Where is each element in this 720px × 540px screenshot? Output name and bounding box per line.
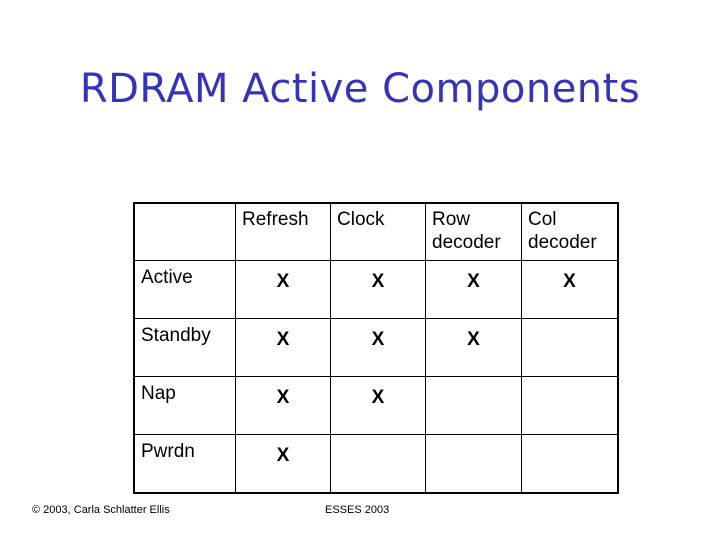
table-cell <box>521 434 619 494</box>
table-cell: X <box>330 376 426 435</box>
table-cell: X <box>521 260 619 319</box>
table-row: Active X X X X <box>133 260 619 319</box>
row-label: Pwrdn <box>133 434 236 494</box>
table-cell: X <box>235 434 331 494</box>
header-cell-col-decoder: Col decoder <box>521 202 619 261</box>
table-cell: X <box>330 260 426 319</box>
event-footer: ESSES 2003 <box>325 504 390 516</box>
header-cell-clock: Clock <box>330 202 426 261</box>
table-cell: X <box>330 318 426 377</box>
table-header-row: Refresh Clock Row decoder Col decoder <box>133 202 619 261</box>
table-row: Pwrdn X <box>133 434 619 494</box>
table-cell: X <box>425 318 522 377</box>
header-cell-row-decoder: Row decoder <box>425 202 522 261</box>
header-cell-corner <box>133 202 236 261</box>
table-cell: X <box>235 260 331 319</box>
components-table: Refresh Clock Row decoder Col decoder Ac… <box>133 202 619 494</box>
table-cell <box>521 318 619 377</box>
table-cell <box>425 376 522 435</box>
row-label: Active <box>133 260 236 319</box>
header-cell-refresh: Refresh <box>235 202 331 261</box>
table-cell: X <box>235 318 331 377</box>
table-cell <box>521 376 619 435</box>
table-row: Nap X X <box>133 376 619 435</box>
table-row: Standby X X X <box>133 318 619 377</box>
table-cell: X <box>235 376 331 435</box>
row-label: Standby <box>133 318 236 377</box>
table-cell: X <box>425 260 522 319</box>
table-cell <box>330 434 426 494</box>
copyright-footer: © 2003, Carla Schlatter Ellis <box>32 504 170 516</box>
table-cell <box>425 434 522 494</box>
slide-title: RDRAM Active Components <box>79 66 641 112</box>
row-label: Nap <box>133 376 236 435</box>
